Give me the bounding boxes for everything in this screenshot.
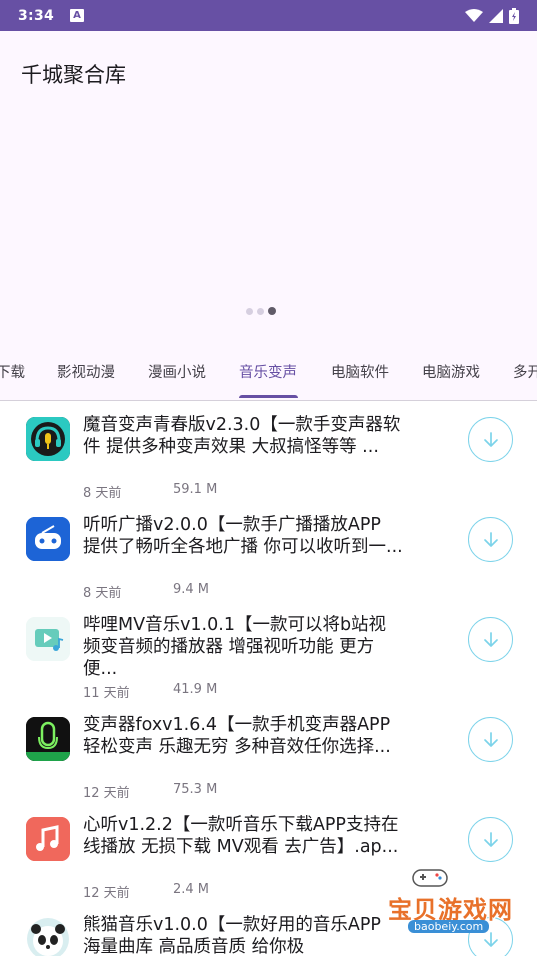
item-time: 12 天前: [83, 786, 130, 801]
item-meta: 12 天前 75.3 M: [83, 782, 217, 801]
radio-gamepad-icon: [26, 517, 70, 561]
category-tabs: 下载 影视动漫 漫画小说 音乐变声 电脑软件 电脑游戏 多开: [0, 347, 537, 401]
carousel-dot-active[interactable]: [268, 307, 276, 315]
download-arrow-icon: [483, 831, 498, 847]
app-title: 千城聚合库: [21, 63, 126, 87]
tab-music-voice[interactable]: 音乐变声: [239, 361, 297, 382]
download-arrow-icon: [483, 531, 498, 547]
item-title[interactable]: 哔哩MV音乐v1.0.1【一款可以将b站视频变音频的播放器 增强视听功能 更方便…: [83, 614, 403, 680]
watermark-url: baobeiy.com: [408, 920, 490, 933]
list-item[interactable]: 听听广播v2.0.0【一款手广播播放APP 提供了畅听全各地广播 你可以收听到一…: [0, 502, 537, 602]
signal-icon: [489, 8, 503, 23]
download-button[interactable]: [468, 817, 513, 862]
tab-pc-software[interactable]: 电脑软件: [331, 361, 389, 382]
item-size: 9.4 M: [173, 582, 210, 597]
item-size: 59.1 M: [173, 482, 218, 497]
status-time: 3:34: [18, 7, 55, 24]
download-button[interactable]: [468, 617, 513, 662]
tab-pc-games[interactable]: 电脑游戏: [422, 361, 480, 382]
tab-indicator: [239, 395, 298, 398]
tab-film-anime[interactable]: 影视动漫: [57, 361, 115, 382]
tab-download[interactable]: 下载: [0, 361, 25, 382]
app-header: 千城聚合库: [0, 31, 537, 347]
carousel-dot[interactable]: [257, 307, 264, 315]
notification-icon: A: [70, 9, 85, 22]
panda-icon: [26, 917, 70, 956]
list-item[interactable]: 变声器foxv1.6.4【一款手机变声器APP 轻松变声 乐趣无穷 多种音效任你…: [0, 702, 537, 802]
download-arrow-icon: [483, 431, 498, 447]
status-bar: 3:34 A: [0, 0, 537, 31]
carousel-indicator: [246, 307, 276, 315]
download-button[interactable]: [468, 717, 513, 762]
item-title[interactable]: 熊猫音乐v1.0.0【一款好用的音乐APP 海量曲库 高品质音质 给你极: [83, 914, 403, 956]
list-item[interactable]: 哔哩MV音乐v1.0.1【一款可以将b站视频变音频的播放器 增强视听功能 更方便…: [0, 602, 537, 702]
download-button[interactable]: [468, 417, 513, 462]
microphone-icon: [26, 717, 70, 761]
item-title[interactable]: 听听广播v2.0.0【一款手广播播放APP 提供了畅听全各地广播 你可以收听到一…: [83, 514, 403, 558]
item-meta: 8 天前 9.4 M: [83, 582, 209, 601]
item-size: 2.4 M: [173, 882, 210, 897]
watermark: 宝贝游戏网 baobeiy.com: [388, 864, 512, 939]
carousel-dot[interactable]: [246, 307, 253, 315]
item-time: 12 天前: [83, 886, 130, 901]
tab-multi-open[interactable]: 多开: [513, 361, 537, 382]
status-icons: [465, 7, 519, 24]
item-time: 11 天前: [83, 686, 130, 701]
music-video-icon: [26, 617, 70, 661]
download-arrow-icon: [483, 731, 498, 747]
gamepad-icon: [412, 869, 448, 887]
item-time: 8 天前: [83, 486, 122, 501]
download-button[interactable]: [468, 517, 513, 562]
item-meta: 8 天前 59.1 M: [83, 482, 217, 501]
item-title[interactable]: 变声器foxv1.6.4【一款手机变声器APP 轻松变声 乐趣无穷 多种音效任你…: [83, 714, 403, 758]
item-time: 8 天前: [83, 586, 122, 601]
headphone-microphone-icon: [26, 417, 70, 461]
item-size: 75.3 M: [173, 782, 218, 797]
wifi-icon: [465, 8, 483, 22]
list-item[interactable]: 魔音变声青春版v2.3.0【一款手变声器软件 提供多种变声效果 大叔搞怪等等 .…: [0, 402, 537, 502]
item-meta: 11 天前 41.9 M: [83, 682, 217, 701]
item-title[interactable]: 心听v1.2.2【一款听音乐下载APP支持在线播放 无损下载 MV观看 去广告】…: [83, 814, 403, 858]
item-title[interactable]: 魔音变声青春版v2.3.0【一款手变声器软件 提供多种变声效果 大叔搞怪等等 .…: [83, 414, 403, 458]
tab-comic-novel[interactable]: 漫画小说: [148, 361, 206, 382]
battery-icon: [509, 7, 519, 24]
music-note-icon: [26, 817, 70, 861]
item-meta: 12 天前 2.4 M: [83, 882, 209, 901]
item-size: 41.9 M: [173, 682, 218, 697]
download-arrow-icon: [483, 631, 498, 647]
